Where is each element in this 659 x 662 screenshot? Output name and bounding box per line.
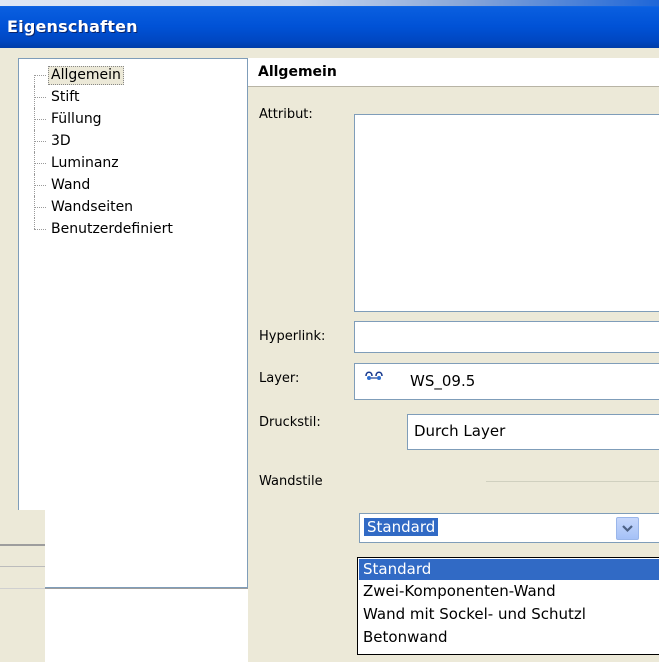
group-separator [486, 481, 659, 482]
tree-item-label: Allgemein [48, 66, 124, 85]
druckstil-field[interactable]: Durch Layer [407, 414, 659, 450]
druckstil-value: Durch Layer [414, 422, 506, 440]
hyperlink-label: Hyperlink: [259, 329, 326, 344]
druckstil-label: Druckstil: [259, 415, 321, 430]
attribut-label: Attribut: [259, 107, 313, 122]
tree-item-stift[interactable]: Stift [19, 86, 219, 108]
wandstile-dropdown-list[interactable]: Standard Zwei-Komponenten-Wand Wand mit … [357, 557, 659, 655]
wandstile-selected-value: Standard [364, 518, 439, 536]
background-window-fragment [0, 510, 45, 662]
layer-icon [365, 371, 383, 380]
tree-bottom-area [45, 588, 248, 662]
tree-item-wand[interactable]: Wand [19, 174, 219, 196]
layer-label: Layer: [259, 371, 300, 386]
chevron-down-icon [622, 525, 633, 533]
combobox-dropdown-button[interactable] [616, 517, 639, 540]
property-tree[interactable]: Allgemein Stift Füllung 3D Luminanz Wand… [18, 58, 248, 588]
section-title: Allgemein [258, 64, 337, 80]
tree-item-fuellung[interactable]: Füllung [19, 108, 219, 130]
title-bar[interactable]: Eigenschaften [0, 0, 659, 48]
section-header: Allgemein [248, 58, 659, 87]
tree-item-benutzerdefiniert[interactable]: Benutzerdefiniert [19, 218, 219, 240]
tree-item-label: Wandseiten [51, 199, 134, 215]
tree-item-label: Stift [51, 89, 80, 105]
dropdown-option-wand-mit-sockel[interactable]: Wand mit Sockel- und Schutzl [359, 604, 659, 625]
attribut-textarea[interactable] [354, 114, 659, 312]
tree-item-3d[interactable]: 3D [19, 130, 219, 152]
tree-item-label: Benutzerdefiniert [51, 221, 173, 237]
tree-item-allgemein[interactable]: Allgemein [19, 64, 219, 86]
tree-item-luminanz[interactable]: Luminanz [19, 152, 219, 174]
hyperlink-input[interactable] [354, 321, 659, 353]
dropdown-option-standard[interactable]: Standard [359, 559, 659, 580]
tree-item-label: 3D [51, 133, 71, 149]
dropdown-option-zwei-komponenten-wand[interactable]: Zwei-Komponenten-Wand [359, 581, 659, 602]
properties-panel: Allgemein Attribut: Hyperlink: Layer: WS… [248, 58, 659, 662]
window-title: Eigenschaften [7, 17, 138, 36]
title-bar-top-strip [0, 0, 659, 6]
tree-item-label: Luminanz [51, 155, 119, 171]
tree-item-wandseiten[interactable]: Wandseiten [19, 196, 219, 218]
layer-value: WS_09.5 [410, 372, 476, 390]
tree-item-label: Wand [51, 177, 91, 193]
tree-item-label: Füllung [51, 111, 102, 127]
dropdown-option-betonwand[interactable]: Betonwand [359, 627, 659, 648]
wandstile-combobox[interactable]: Standard [359, 513, 659, 543]
layer-field[interactable]: WS_09.5 [354, 363, 659, 400]
wandstile-label: Wandstile [259, 474, 323, 489]
